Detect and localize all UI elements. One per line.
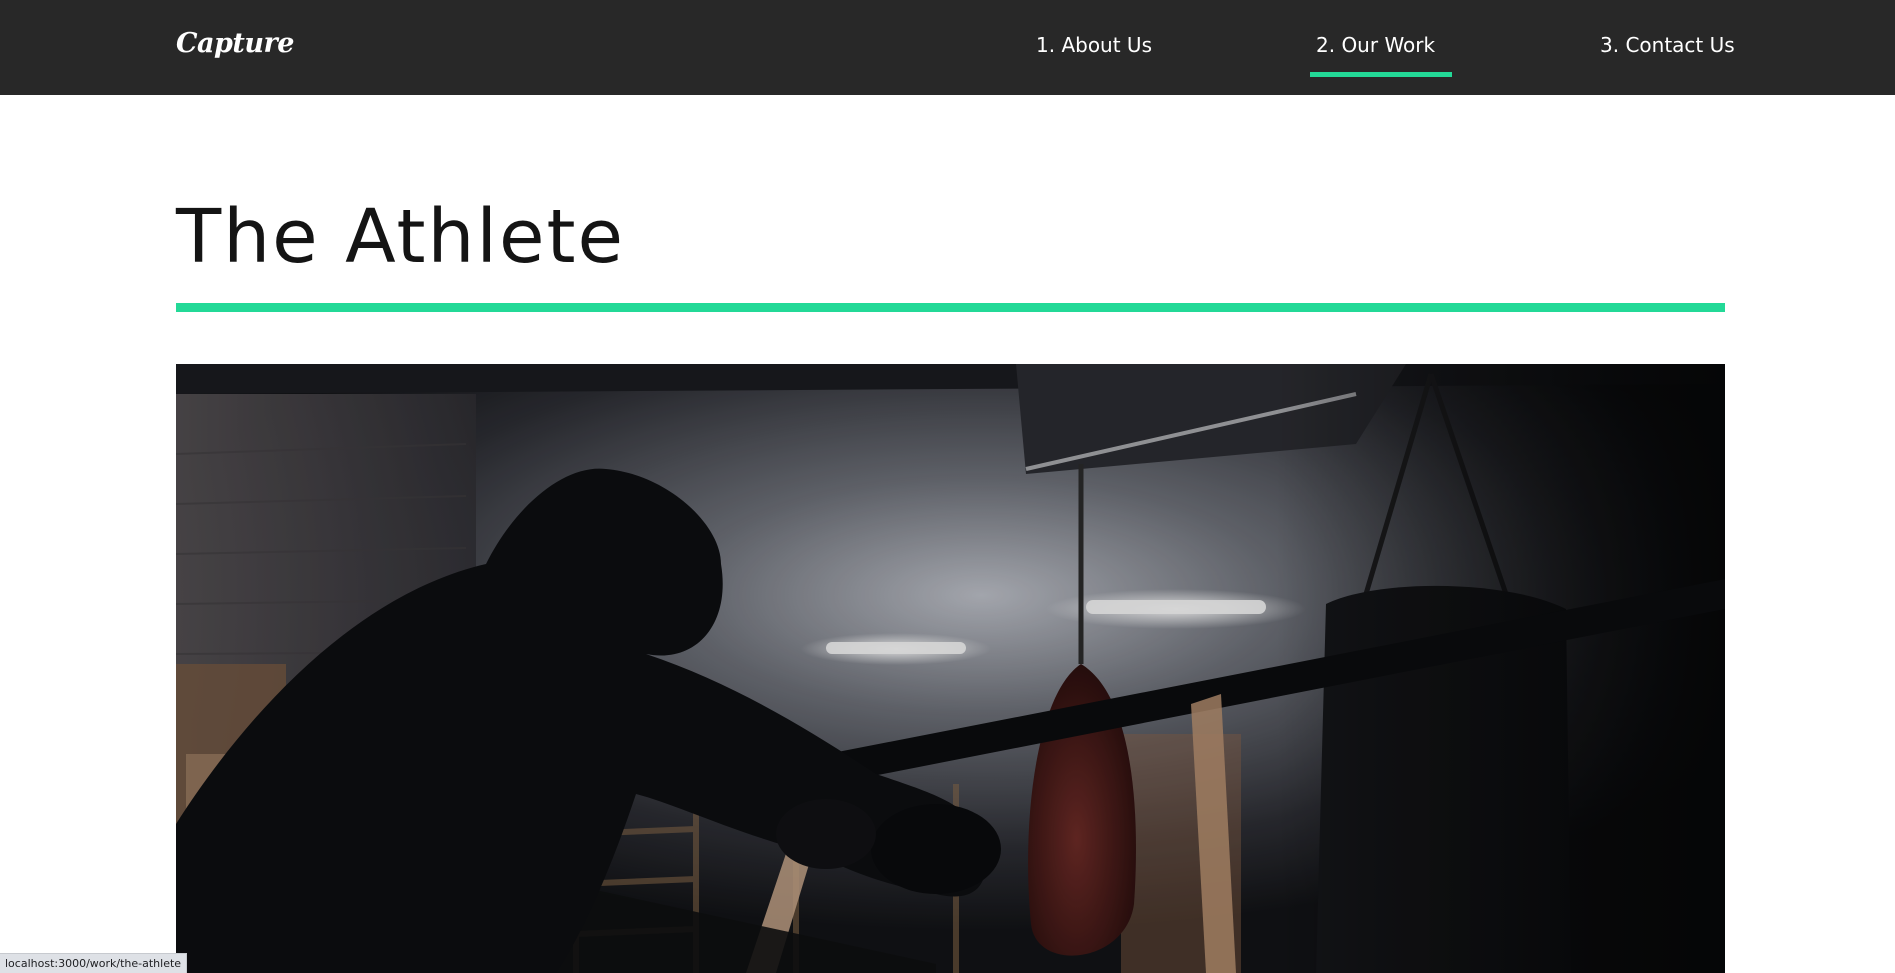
top-nav: Capture 1. About Us 2. Our Work 3. Conta… — [0, 0, 1895, 95]
nav-link-our-work[interactable]: 2. Our Work — [1316, 33, 1435, 57]
logo-link[interactable]: Capture — [176, 28, 294, 59]
hero-image — [176, 364, 1725, 973]
nav-link-contact[interactable]: 3. Contact Us — [1600, 33, 1735, 57]
browser-status-url: localhost:3000/work/the-athlete — [0, 953, 188, 973]
active-nav-indicator — [1310, 72, 1452, 77]
nav-link-about[interactable]: 1. About Us — [1036, 33, 1152, 57]
page: Capture 1. About Us 2. Our Work 3. Conta… — [0, 0, 1895, 973]
page-title: The Athlete — [176, 194, 626, 280]
title-divider — [176, 303, 1725, 312]
